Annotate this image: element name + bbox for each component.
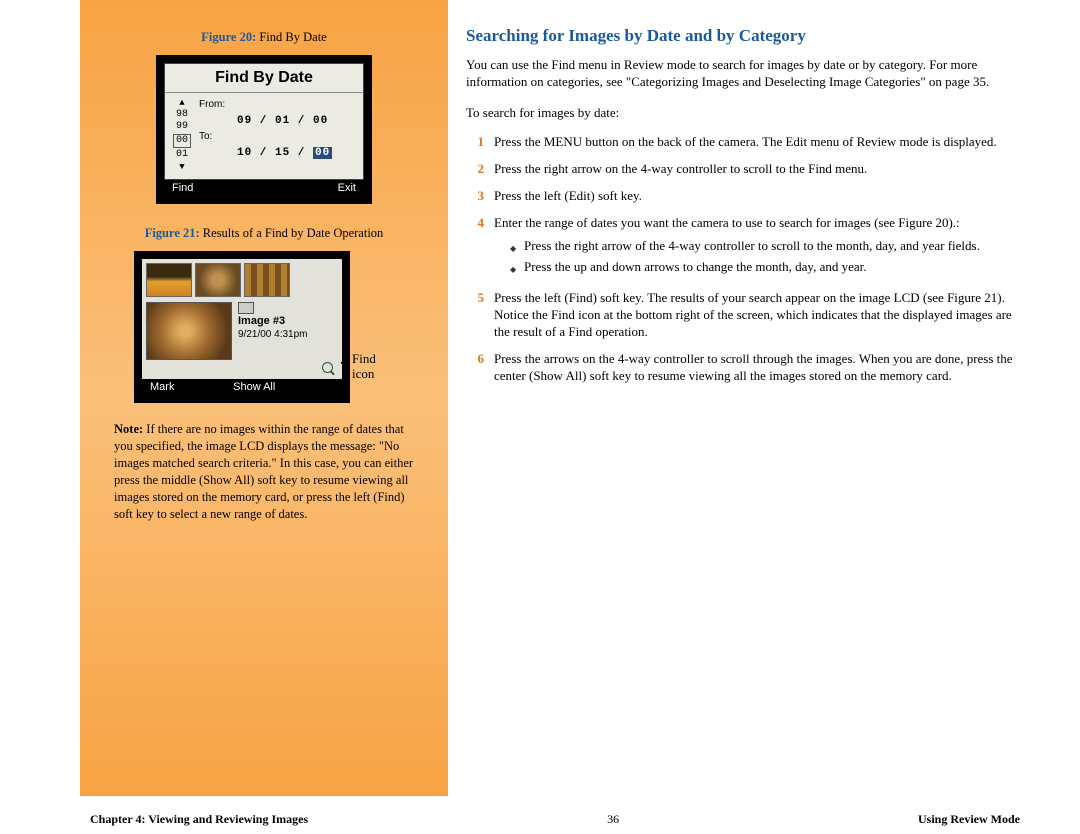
footer-page-number: 36 [308,812,918,827]
lead-text: To search for images by date: [466,104,1020,121]
step-item: 4Enter the range of dates you want the c… [466,214,1020,279]
find-icon-callout: Find icon [352,351,376,381]
intro-paragraph: You can use the Find menu in Review mode… [466,56,1020,90]
lcd-date-fields: From: 09 / 01 / 00 To: 10 / 15 / 00 [199,97,355,173]
step-item: 2 Press the right arrow on the 4-way cont… [466,160,1020,177]
steps-list: 1 Press the MENU button on the back of th… [466,133,1020,384]
figure-20-caption: Figure 20: Find By Date [110,30,418,45]
step-item: 5Press the left (Find) soft key. The res… [466,289,1020,340]
substeps-list: Press the right arrow of the 4-way contr… [494,237,1020,275]
note-text: Note: If there are no images within the … [110,421,418,523]
section-heading: Searching for Images by Date and by Cate… [466,26,1020,46]
figure-21-lcd: Image #3 9/21/00 4:31pm Mark Show All [134,251,350,403]
step-text: Press the MENU button on the back of the… [494,133,1020,150]
step-text: Enter the range of dates you want the ca… [494,214,1020,279]
image-metadata: Image #3 9/21/00 4:31pm [238,314,308,342]
step-number: 4 [466,214,484,279]
page-footer: Chapter 4: Viewing and Reviewing Images … [0,804,1080,834]
figure-21-caption: Figure 21: Results of a Find by Date Ope… [110,226,418,241]
softkey-show-all: Show All [233,381,275,393]
sidebar: Figure 20: Find By Date Find By Date ▲ 9… [80,0,448,796]
step-text: Press the left (Find) soft key. The resu… [494,289,1020,340]
step-item: 1 Press the MENU button on the back of th… [466,133,1020,150]
softkey-mark: Mark [150,381,174,393]
footer-section: Using Review Mode [918,812,1020,827]
step-number: 6 [466,350,484,384]
substep-item: Press the up and down arrows to change t… [510,258,1020,275]
step-text: Press the right arrow on the 4-way contr… [494,160,1020,177]
step-item: 6 Press the arrows on the 4-way controlle… [466,350,1020,384]
thumbnail [244,263,290,297]
step-number: 3 [466,187,484,204]
step-item: 3 Press the left (Edit) soft key. [466,187,1020,204]
lcd-title: Find By Date [165,64,363,93]
softkey-exit: Exit [338,182,356,194]
thumbnail [146,263,192,297]
figure-20-lcd: Find By Date ▲ 98 99 00 01 ▼ From: 09 [156,55,372,204]
thumbnail [195,263,241,297]
step-text: Press the left (Edit) soft key. [494,187,1020,204]
softkey-find: Find [172,182,193,194]
selection-marker-icon [238,302,254,314]
footer-chapter: Chapter 4: Viewing and Reviewing Images [90,812,308,827]
preview-image [146,302,232,360]
substep-item: Press the right arrow of the 4-way contr… [510,237,1020,254]
step-number: 2 [466,160,484,177]
step-number: 1 [466,133,484,150]
find-icon [322,362,336,376]
lcd-scroll-column: ▲ 98 99 00 01 ▼ [171,97,193,173]
step-text: Press the arrows on the 4-way controller… [494,350,1020,384]
step-number: 5 [466,289,484,340]
main-content: Searching for Images by Date and by Cate… [448,0,1080,796]
